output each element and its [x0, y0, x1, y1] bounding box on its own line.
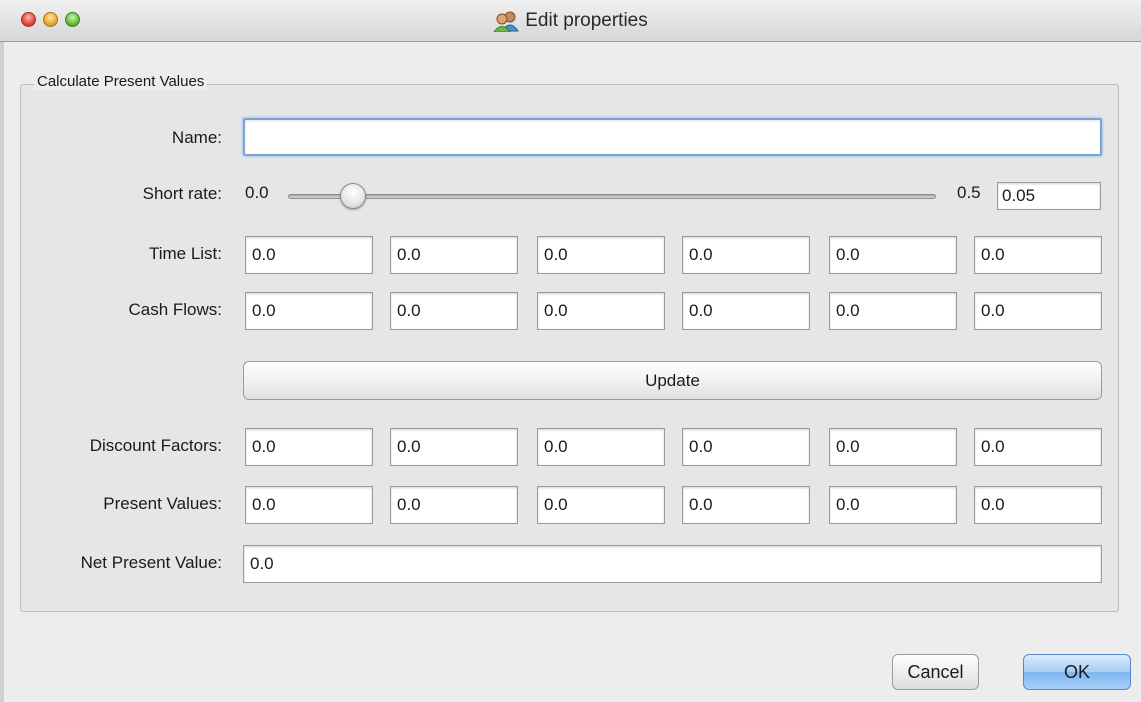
short-rate-input[interactable]	[997, 182, 1101, 210]
discount-factor-cell[interactable]	[537, 428, 665, 466]
discount-factor-cell[interactable]	[390, 428, 518, 466]
npv-label: Net Present Value:	[80, 553, 222, 572]
slider-max-label: 0.5	[957, 183, 981, 202]
slider-min-label: 0.0	[245, 183, 269, 202]
cash-flow-cell[interactable]	[537, 292, 665, 330]
cash-flow-cell[interactable]	[245, 292, 373, 330]
name-label: Name:	[171, 128, 222, 147]
present-value-cell[interactable]	[390, 486, 518, 524]
present-value-cell[interactable]	[537, 486, 665, 524]
cash-flow-cell[interactable]	[829, 292, 957, 330]
cash-flow-cell[interactable]	[974, 292, 1102, 330]
time-list-cell[interactable]	[537, 236, 665, 274]
name-input[interactable]	[243, 118, 1102, 156]
present-values-label: Present Values:	[103, 494, 222, 513]
discount-factor-cell[interactable]	[829, 428, 957, 466]
discount-factor-cell[interactable]	[974, 428, 1102, 466]
time-list-cell[interactable]	[974, 236, 1102, 274]
update-button[interactable]: Update	[243, 361, 1102, 400]
npv-input[interactable]	[243, 545, 1102, 583]
window-title: Edit properties	[525, 10, 648, 31]
short-rate-label: Short rate:	[142, 184, 222, 203]
discount-factors-label: Discount Factors:	[89, 436, 222, 455]
discount-factor-cell[interactable]	[682, 428, 810, 466]
cash-flow-cell[interactable]	[390, 292, 518, 330]
present-value-cell[interactable]	[974, 486, 1102, 524]
cancel-button[interactable]: Cancel	[892, 654, 979, 690]
time-list-cell[interactable]	[245, 236, 373, 274]
discount-factor-cell[interactable]	[245, 428, 373, 466]
present-values-groupbox	[20, 84, 1119, 612]
short-rate-slider-track[interactable]	[288, 194, 936, 199]
time-list-cell[interactable]	[682, 236, 810, 274]
cash-flows-label: Cash Flows:	[128, 300, 222, 319]
users-icon	[493, 10, 520, 33]
present-value-cell[interactable]	[245, 486, 373, 524]
short-rate-slider-thumb[interactable]	[339, 183, 366, 209]
groupbox-title: Calculate Present Values	[34, 73, 208, 90]
window-edge	[0, 42, 4, 702]
present-value-cell[interactable]	[682, 486, 810, 524]
present-value-cell[interactable]	[829, 486, 957, 524]
time-list-label: Time List:	[148, 244, 222, 263]
title-bar: Edit properties	[0, 0, 1141, 42]
time-list-cell[interactable]	[390, 236, 518, 274]
ok-button[interactable]: OK	[1023, 654, 1131, 690]
window-title-container: Edit properties	[0, 0, 1141, 42]
cash-flow-cell[interactable]	[682, 292, 810, 330]
time-list-cell[interactable]	[829, 236, 957, 274]
